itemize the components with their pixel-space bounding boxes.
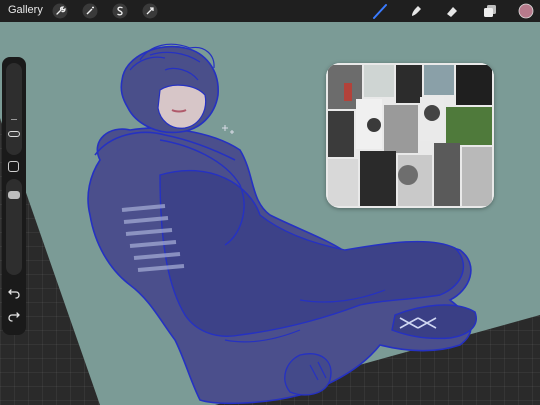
redo-icon[interactable] <box>7 309 21 323</box>
modify-button[interactable] <box>8 161 19 172</box>
smudge-icon[interactable] <box>408 3 424 19</box>
size-marker <box>11 119 17 120</box>
left-sidebar <box>2 57 26 335</box>
brush-size-slider[interactable] <box>6 63 22 155</box>
top-toolbar: Gallery <box>0 0 540 22</box>
undo-icon[interactable] <box>7 286 21 300</box>
opacity-slider[interactable] <box>6 179 22 275</box>
gallery-button[interactable]: Gallery <box>8 4 43 16</box>
transform-arrow-icon[interactable] <box>142 3 158 19</box>
reference-image-window[interactable] <box>326 63 494 208</box>
magic-wand-icon[interactable] <box>82 3 98 19</box>
color-swatch[interactable] <box>518 3 534 19</box>
reference-collage <box>326 63 494 208</box>
brush-icon[interactable] <box>372 3 388 19</box>
brush-size-thumb[interactable] <box>8 131 20 137</box>
eraser-icon[interactable] <box>444 3 460 19</box>
layers-icon[interactable] <box>482 3 498 19</box>
wrench-icon[interactable] <box>52 3 68 19</box>
opacity-thumb[interactable] <box>8 191 20 199</box>
selection-icon[interactable] <box>112 3 128 19</box>
